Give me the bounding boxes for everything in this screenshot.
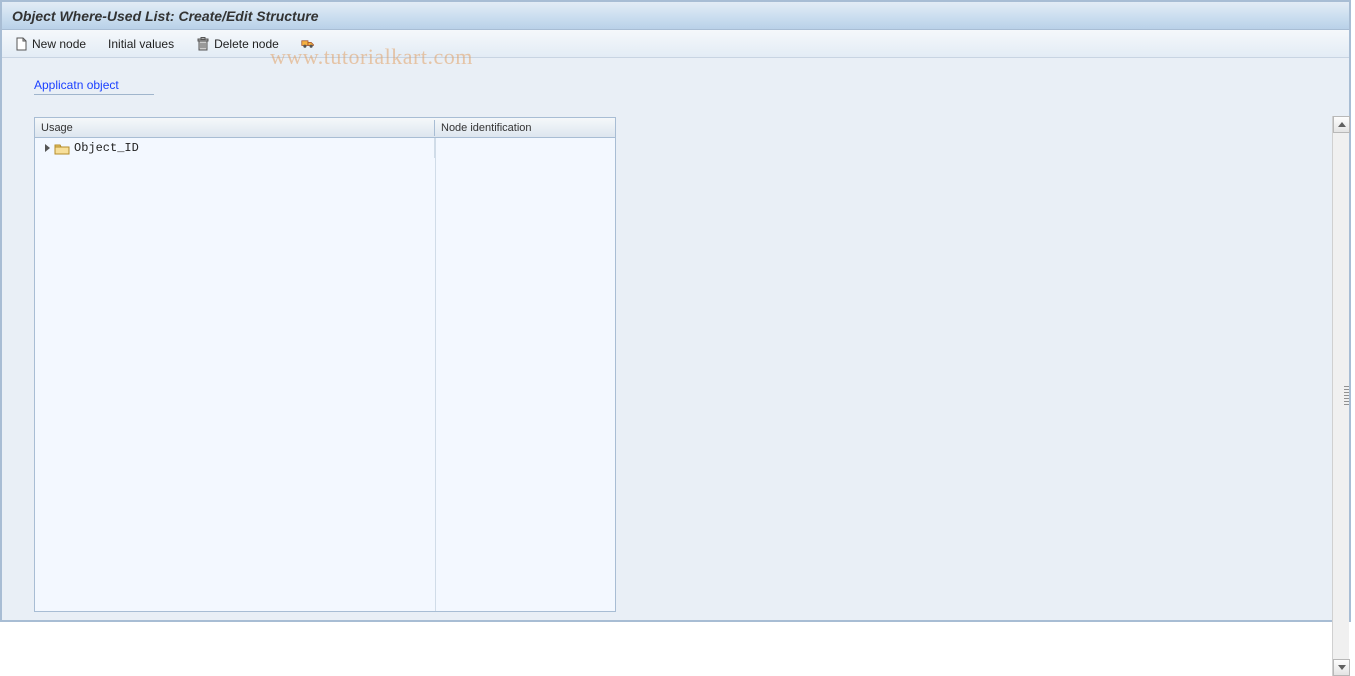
chevron-up-icon <box>1338 122 1346 127</box>
column-divider <box>435 138 436 611</box>
application-toolbar: New node Initial values Delete node <box>2 30 1349 58</box>
scroll-grip-icon <box>1344 386 1349 406</box>
scroll-up-button[interactable] <box>1333 116 1350 133</box>
content-area: Applicatn object Usage Node identificati… <box>2 58 1349 620</box>
chevron-down-icon <box>1338 665 1346 670</box>
vertical-scrollbar[interactable] <box>1332 116 1349 676</box>
delete-node-button[interactable]: Delete node <box>192 35 283 53</box>
trash-icon <box>196 37 210 51</box>
tree-panel: Usage Node identification Object_I <box>34 117 616 612</box>
tree-node-label: Object_ID <box>74 141 139 155</box>
scroll-down-button[interactable] <box>1333 659 1350 676</box>
scroll-grip[interactable] <box>1343 316 1350 476</box>
tree-body: Object_ID <box>35 138 615 611</box>
truck-icon <box>301 37 315 51</box>
column-header-usage[interactable]: Usage <box>35 120 435 136</box>
tree-row[interactable]: Object_ID <box>35 138 615 158</box>
tree-header: Usage Node identification <box>35 118 615 138</box>
tree-cell-usage: Object_ID <box>35 138 435 158</box>
new-node-button[interactable]: New node <box>10 35 90 53</box>
folder-icon <box>54 142 70 155</box>
title-bar: Object Where-Used List: Create/Edit Stru… <box>2 2 1349 30</box>
window-frame: Object Where-Used List: Create/Edit Stru… <box>0 0 1351 622</box>
initial-values-button[interactable]: Initial values <box>104 35 178 53</box>
initial-values-label: Initial values <box>108 37 174 51</box>
new-document-icon <box>14 37 28 51</box>
delete-node-label: Delete node <box>214 37 279 51</box>
application-object-link[interactable]: Applicatn object <box>34 78 154 95</box>
column-header-node-id[interactable]: Node identification <box>435 120 615 136</box>
page-title: Object Where-Used List: Create/Edit Stru… <box>12 8 319 24</box>
expand-arrow-icon[interactable] <box>45 144 50 152</box>
new-node-label: New node <box>32 37 86 51</box>
transport-button[interactable] <box>297 35 319 53</box>
